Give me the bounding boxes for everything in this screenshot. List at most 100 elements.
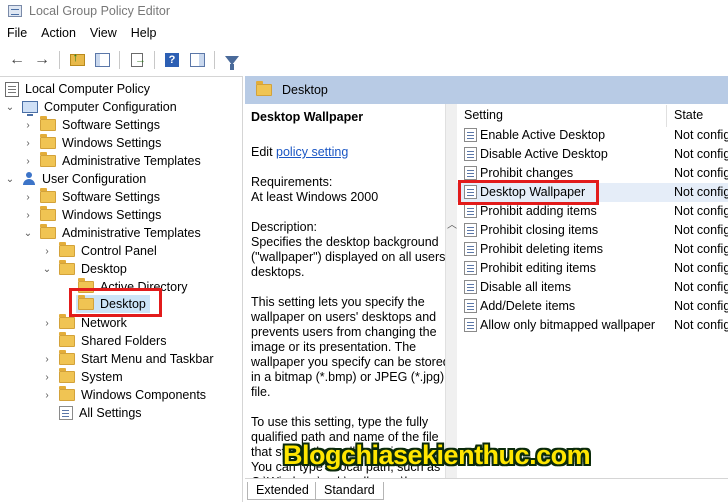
menu-action[interactable]: Action (34, 24, 83, 44)
policy-setting-icon (464, 128, 477, 142)
column-header-setting[interactable]: Setting (464, 108, 503, 122)
edit-policy-link[interactable]: policy setting (276, 145, 348, 159)
setting-name: Prohibit adding items (480, 204, 597, 218)
description-paragraph: This setting lets you specify the wallpa… (251, 295, 450, 399)
tree-item-start-menu-taskbar[interactable]: › Start Menu and Taskbar (41, 350, 213, 368)
toolbar-separator (214, 51, 215, 69)
help-icon: ? (165, 53, 179, 67)
folder-icon (59, 332, 75, 347)
tree-item-label: Windows Settings (62, 208, 162, 222)
folder-icon (59, 260, 75, 275)
highlight-box (69, 288, 162, 317)
forward-button[interactable]: → (31, 49, 53, 71)
tab-standard[interactable]: Standard (315, 482, 384, 500)
tab-extended[interactable]: Extended (247, 482, 318, 500)
list-item[interactable]: Enable Active Desktop Not configured (457, 126, 728, 145)
filter-icon (225, 55, 239, 70)
tree-item-local-computer-policy[interactable]: Local Computer Policy (5, 80, 150, 98)
list-item[interactable]: Prohibit closing items Not configured (457, 221, 728, 240)
tree-item-computer-configuration[interactable]: ⌄ Computer Configuration (4, 98, 177, 116)
chevron-right-icon[interactable]: › (41, 354, 53, 365)
tree-item-user-configuration[interactable]: ⌄ User Configuration (4, 170, 146, 188)
help-button[interactable]: ? (161, 49, 183, 71)
chevron-down-icon[interactable]: ⌄ (4, 174, 16, 185)
menu-view[interactable]: View (83, 24, 124, 44)
filter-button[interactable] (221, 49, 243, 71)
tree-item-label: Local Computer Policy (25, 82, 151, 96)
policy-setting-icon (464, 261, 477, 275)
tree-item-cc-software-settings[interactable]: › Software Settings (22, 116, 160, 134)
folder-icon (40, 224, 56, 239)
list-item[interactable]: Disable Active Desktop Not configured (457, 145, 728, 164)
chevron-right-icon[interactable]: › (41, 390, 53, 401)
chevron-right-icon[interactable]: › (22, 156, 34, 167)
setting-state: Not configured (674, 261, 728, 275)
toolbar-separator (154, 51, 155, 69)
up-level-button[interactable] (66, 49, 88, 71)
tree-item-label: Software Settings (62, 190, 160, 204)
tree-item-desktop[interactable]: ⌄ Desktop (41, 260, 127, 278)
chevron-right-icon[interactable]: › (41, 318, 53, 329)
list-item[interactable]: Prohibit editing items Not configured (457, 259, 728, 278)
tree-item-cc-windows-settings[interactable]: › Windows Settings (22, 134, 161, 152)
chevron-down-icon[interactable]: ⌄ (22, 228, 34, 239)
tree-item-uc-windows-settings[interactable]: › Windows Settings (22, 206, 161, 224)
list-item[interactable]: Prohibit deleting items Not configured (457, 240, 728, 259)
tree-item-label: Network (81, 316, 127, 330)
description-scrollbar[interactable]: ︿ (445, 104, 457, 478)
setting-state: Not configured (674, 223, 728, 237)
folder-icon (40, 188, 56, 203)
tree-item-label: Administrative Templates (62, 226, 201, 240)
back-arrow-icon: ← (9, 51, 25, 68)
policy-setting-icon (464, 318, 477, 332)
list-item[interactable]: Add/Delete items Not configured (457, 297, 728, 316)
export-list-button[interactable] (126, 49, 148, 71)
list-item[interactable]: Disable all items Not configured (457, 278, 728, 297)
tree-item-uc-software-settings[interactable]: › Software Settings (22, 188, 160, 206)
properties-pane-button[interactable] (186, 49, 208, 71)
show-hide-tree-icon (94, 53, 110, 67)
show-hide-tree-button[interactable] (91, 49, 113, 71)
tree-item-uc-administrative-templates[interactable]: ⌄ Administrative Templates (22, 224, 201, 242)
policy-setting-icon (464, 280, 477, 294)
toolbar: ← → ? (0, 47, 728, 73)
tree-item-shared-folders[interactable]: Shared Folders (59, 332, 166, 350)
view-tabs: Extended Standard (245, 478, 728, 502)
requirements-block: Requirements: At least Windows 2000 (251, 175, 452, 205)
setting-name: Disable all items (480, 280, 572, 294)
chevron-right-icon[interactable]: › (22, 210, 34, 221)
chevron-down-icon[interactable]: ⌄ (4, 102, 16, 113)
tree-item-label: Windows Components (81, 388, 207, 402)
tree-item-label: System (81, 370, 123, 384)
folder-icon (59, 314, 75, 329)
tree-item-label: Software Settings (62, 118, 160, 132)
chevron-right-icon[interactable]: › (41, 246, 53, 257)
tree-item-all-settings[interactable]: All Settings (59, 404, 142, 422)
tree-item-network[interactable]: › Network (41, 314, 127, 332)
tree-item-control-panel[interactable]: › Control Panel (41, 242, 157, 260)
chevron-right-icon[interactable]: › (22, 120, 34, 131)
settings-list-icon (59, 406, 73, 420)
menu-help[interactable]: Help (124, 24, 164, 44)
tree-item-windows-components[interactable]: › Windows Components (41, 386, 206, 404)
forward-arrow-icon: → (34, 51, 50, 68)
setting-name: Prohibit editing items (480, 261, 597, 275)
chevron-right-icon[interactable]: › (22, 192, 34, 203)
chevron-right-icon[interactable]: › (22, 138, 34, 149)
list-item[interactable]: Allow only bitmapped wallpaper Not confi… (457, 316, 728, 335)
computer-icon (22, 101, 38, 116)
tree-item-cc-administrative-templates[interactable]: › Administrative Templates (22, 152, 201, 170)
setting-state: Not configured (674, 299, 728, 313)
back-button[interactable]: ← (6, 49, 28, 71)
setting-state: Not configured (674, 280, 728, 294)
chevron-right-icon[interactable]: › (41, 372, 53, 383)
menu-file[interactable]: File (0, 24, 34, 44)
column-header-state[interactable]: State (674, 108, 703, 122)
tree-item-system[interactable]: › System (41, 368, 123, 386)
chevron-down-icon[interactable]: ⌄ (41, 264, 53, 275)
folder-icon (59, 368, 75, 383)
column-divider[interactable] (666, 105, 667, 127)
policy-setting-icon (464, 204, 477, 218)
window-title: Local Group Policy Editor (29, 4, 171, 18)
folder-icon (256, 81, 272, 96)
